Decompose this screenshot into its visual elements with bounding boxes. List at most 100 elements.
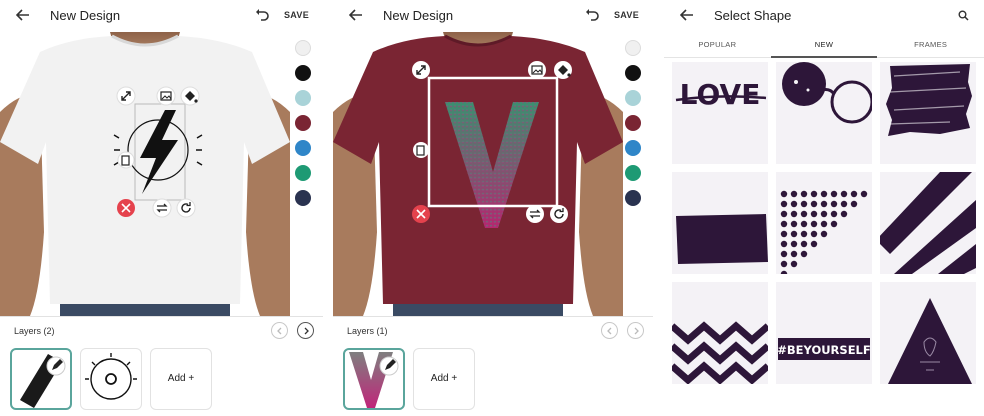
layer-thumbnail-bolt[interactable] xyxy=(10,348,72,410)
undo-icon[interactable] xyxy=(584,7,600,23)
shape-tile-sunglasses[interactable] xyxy=(776,62,872,164)
rotate-icon[interactable] xyxy=(176,198,196,218)
triangle-dot xyxy=(780,220,788,228)
triangle-dot xyxy=(790,210,798,218)
flip-icon[interactable] xyxy=(152,198,172,218)
triangle-dot xyxy=(800,190,808,198)
fill-color-icon[interactable] xyxy=(554,61,572,79)
add-label: Add + xyxy=(430,373,458,384)
resize-handle-icon[interactable] xyxy=(412,61,430,79)
design-canvas[interactable] xyxy=(333,32,623,316)
triangle-dot xyxy=(780,270,788,274)
triangle-dot xyxy=(780,190,788,198)
shape-tile-zigzag[interactable] xyxy=(672,282,768,384)
next-layer-button[interactable] xyxy=(627,322,644,339)
shape-tile-diagonal-stripes[interactable] xyxy=(880,172,976,274)
triangle-dot xyxy=(780,240,788,248)
color-swatch[interactable] xyxy=(625,40,641,56)
triangle-dot xyxy=(820,230,828,238)
rotate-icon[interactable] xyxy=(550,205,568,223)
shape-tile-brush-stroke[interactable] xyxy=(672,172,768,274)
save-button[interactable]: SAVE xyxy=(284,10,309,20)
color-swatch[interactable] xyxy=(625,90,641,106)
flip-icon[interactable] xyxy=(526,205,544,223)
shape-tile-dot-triangle[interactable] xyxy=(776,172,872,274)
layer-thumbnail-v[interactable] xyxy=(343,348,405,410)
shape-tile-brush-scribble[interactable] xyxy=(880,62,976,164)
triangle-dot xyxy=(790,250,798,258)
prev-layer-button[interactable] xyxy=(601,322,618,339)
shape-grid: LOVE #BEYOURSELF xyxy=(672,62,976,384)
triangle-dot xyxy=(820,200,828,208)
save-button[interactable]: SAVE xyxy=(614,10,639,20)
duplicate-icon[interactable] xyxy=(117,151,135,169)
color-swatch[interactable] xyxy=(295,165,311,181)
beyourself-text: #BEYOURSELF xyxy=(777,343,870,357)
image-replace-icon[interactable] xyxy=(156,86,176,106)
color-swatch[interactable] xyxy=(625,115,641,131)
tab-popular[interactable]: POPULAR xyxy=(664,32,771,57)
shape-tile-love[interactable]: LOVE xyxy=(672,62,768,164)
color-palette xyxy=(625,40,641,215)
triangle-dot xyxy=(780,200,788,208)
triangle-dot xyxy=(810,190,818,198)
triangle-dot xyxy=(830,210,838,218)
shape-tabs: POPULAR NEW FRAMES xyxy=(664,32,984,58)
add-layer-button[interactable]: Add + xyxy=(150,348,212,410)
design-canvas[interactable] xyxy=(0,32,290,316)
back-arrow-icon[interactable] xyxy=(14,6,32,24)
color-swatch[interactable] xyxy=(625,165,641,181)
undo-icon[interactable] xyxy=(254,7,270,23)
triangle-dot xyxy=(790,240,798,248)
triangle-dot xyxy=(860,190,868,198)
tab-new[interactable]: NEW xyxy=(770,32,878,58)
prev-layer-button[interactable] xyxy=(271,322,288,339)
triangle-dot xyxy=(790,220,798,228)
triangle-dot xyxy=(780,230,788,238)
image-replace-icon[interactable] xyxy=(528,61,546,79)
select-shape-screen: Select Shape POPULAR NEW FRAMES LOVE #BE… xyxy=(664,0,984,416)
back-arrow-icon[interactable] xyxy=(347,6,365,24)
love-text: LOVE xyxy=(680,78,761,111)
triangle-dot xyxy=(810,240,818,248)
delete-layer-icon[interactable] xyxy=(117,199,135,217)
editor-screen-white: New Design SAVE Layers (2) Add + xyxy=(0,0,323,416)
next-layer-button[interactable] xyxy=(297,322,314,339)
shape-tile-triangle-art[interactable] xyxy=(880,282,976,384)
color-swatch[interactable] xyxy=(295,140,311,156)
triangle-dot xyxy=(790,260,798,268)
delete-layer-icon[interactable] xyxy=(412,205,430,223)
tshirt-shape xyxy=(0,36,290,304)
layers-header: Layers (2) xyxy=(0,316,323,344)
top-app-bar: New Design SAVE xyxy=(0,0,323,30)
search-icon[interactable] xyxy=(956,8,970,22)
shape-tile-beyourself[interactable]: #BEYOURSELF xyxy=(776,282,872,384)
add-label: Add + xyxy=(167,373,195,384)
color-swatch[interactable] xyxy=(625,65,641,81)
tab-frames[interactable]: FRAMES xyxy=(877,32,984,57)
layers-header: Layers (1) xyxy=(333,316,653,344)
back-arrow-icon[interactable] xyxy=(678,6,696,24)
triangle-dot xyxy=(800,250,808,258)
triangle-dot xyxy=(790,230,798,238)
color-swatch[interactable] xyxy=(625,190,641,206)
resize-handle-icon[interactable] xyxy=(116,86,136,106)
triangle-dot xyxy=(840,190,848,198)
color-swatch[interactable] xyxy=(295,65,311,81)
color-swatch[interactable] xyxy=(295,190,311,206)
triangle-dot xyxy=(840,200,848,208)
top-app-bar: New Design SAVE xyxy=(333,0,653,30)
color-swatch[interactable] xyxy=(295,40,311,56)
add-layer-button[interactable]: Add + xyxy=(413,348,475,410)
page-title: New Design xyxy=(50,7,121,23)
triangle-dot xyxy=(840,210,848,218)
color-swatch[interactable] xyxy=(295,115,311,131)
layers-label: Layers (1) xyxy=(347,325,388,336)
color-swatch[interactable] xyxy=(295,90,311,106)
triangle-dot xyxy=(780,210,788,218)
layer-thumbnail-circle[interactable] xyxy=(80,348,142,410)
fill-color-icon[interactable] xyxy=(180,86,200,106)
triangle-dot xyxy=(850,190,858,198)
color-swatch[interactable] xyxy=(625,140,641,156)
duplicate-icon[interactable] xyxy=(413,142,429,158)
